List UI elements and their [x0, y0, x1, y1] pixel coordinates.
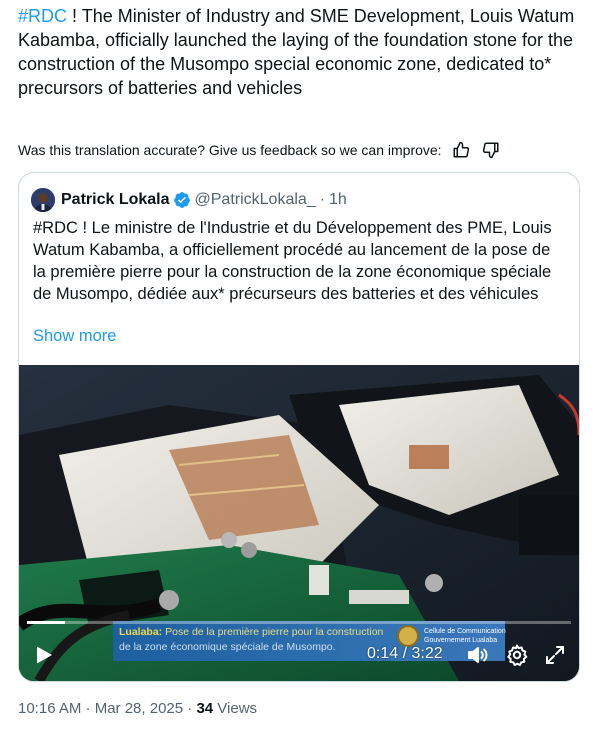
translation-feedback: Was this translation accurate? Give us f…: [18, 140, 578, 160]
thumbs-up-icon[interactable]: [450, 140, 472, 160]
quoted-tweet-header: Patrick Lokala @PatrickLokala_ · 1h: [31, 187, 347, 213]
quoted-tweet-text: #RDC ! Le ministre de l'Industrie et du …: [33, 219, 552, 303]
settings-gear-icon[interactable]: [505, 643, 529, 667]
thumbs-down-icon[interactable]: [480, 140, 502, 160]
hashtag-link[interactable]: #RDC: [18, 6, 67, 26]
fullscreen-icon[interactable]: [543, 643, 567, 667]
government-seal-logo: [397, 625, 419, 647]
video-progress-bar[interactable]: [27, 621, 571, 624]
video-progress-fill: [27, 621, 66, 624]
quoted-tweet-card[interactable]: Patrick Lokala @PatrickLokala_ · 1h #RDC…: [18, 172, 580, 682]
seal-text-line-1: Cellule de Communication: [424, 628, 506, 635]
volume-icon[interactable]: [465, 643, 489, 667]
caption-line-1: Pose de la première pierre pour la const…: [162, 626, 384, 638]
video-player[interactable]: Lualaba: Pose de la première pierre pour…: [19, 365, 579, 681]
verified-badge-icon: [173, 191, 191, 209]
caption-location: Lualaba:: [119, 626, 163, 638]
play-icon[interactable]: [31, 643, 55, 667]
show-more-link[interactable]: Show more: [33, 327, 116, 346]
views-label: Views: [213, 700, 258, 717]
translated-body: ! The Minister of Industry and SME Devel…: [18, 6, 575, 98]
author-name[interactable]: Patrick Lokala: [61, 191, 170, 209]
post-timestamp[interactable]: 10:16 AM · Mar 28, 2025 ·: [18, 700, 196, 717]
feedback-prompt: Was this translation accurate? Give us f…: [18, 142, 442, 158]
avatar[interactable]: [31, 188, 55, 212]
video-timecode: 0:14 / 3:22: [367, 645, 443, 663]
post-metadata: 10:16 AM · Mar 28, 2025 · 34 Views: [18, 700, 257, 717]
current-time: 0:14: [367, 645, 399, 662]
time-separator: /: [398, 645, 412, 662]
translated-tweet-text: #RDC ! The Minister of Industry and SME …: [18, 4, 578, 100]
author-handle[interactable]: @PatrickLokala_: [195, 191, 316, 209]
views-count: 34: [196, 700, 214, 717]
video-duration: 3:22: [411, 645, 443, 662]
separator-dot: ·: [319, 191, 326, 208]
post-time[interactable]: 1h: [329, 191, 347, 209]
